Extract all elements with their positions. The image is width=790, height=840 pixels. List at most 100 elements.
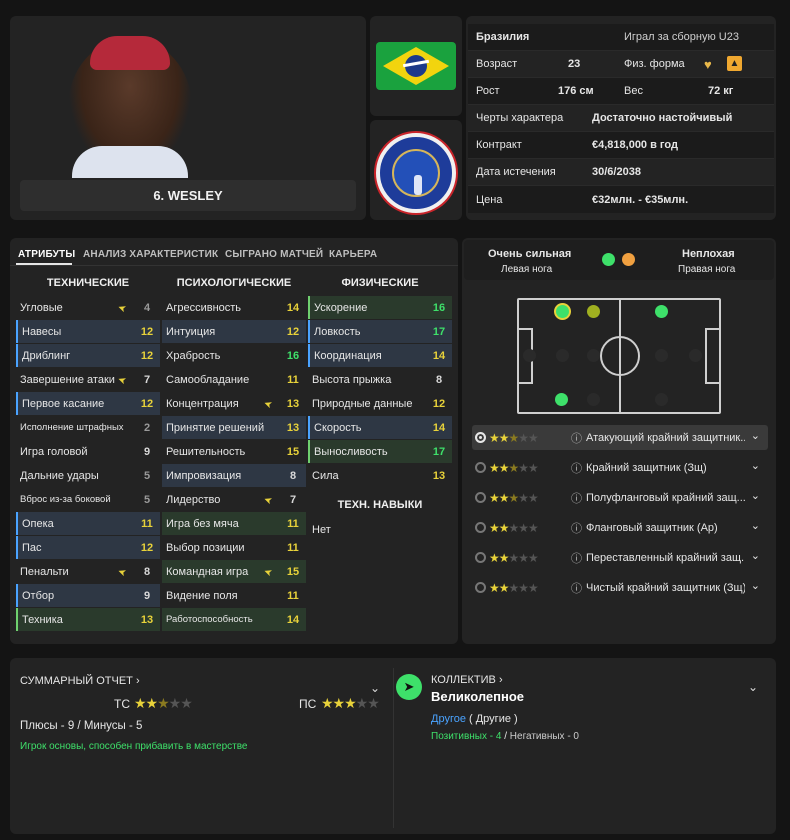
tab-career[interactable]: КАРЬЕРА	[329, 249, 377, 260]
role-row[interactable]: ★★★★★ ⓘ Фланговый защитник (Ар) ⌄	[472, 515, 768, 540]
radio-button[interactable]	[475, 462, 486, 473]
height-label: Рост	[476, 85, 500, 97]
tab-attributes[interactable]: АТРИБУТЫ	[18, 249, 75, 260]
radio-button[interactable]	[475, 582, 486, 593]
position-dot[interactable]	[555, 393, 568, 406]
attribute-row[interactable]: Техника 13	[16, 608, 160, 631]
attribute-row[interactable]: Угловые ➤ 4	[16, 296, 160, 319]
radio-button[interactable]	[475, 552, 486, 563]
attribute-value: 15	[286, 445, 300, 458]
nation[interactable]: Бразилия	[476, 31, 529, 43]
attribute-row[interactable]: Концентрация ➤ 13	[162, 392, 306, 415]
position-dot[interactable]	[587, 349, 600, 362]
chevron-down-icon[interactable]: ⌄	[751, 489, 760, 502]
tab-analysis[interactable]: АНАЛИЗ ХАРАКТЕРИСТИК	[83, 249, 218, 260]
attribute-value: 17	[432, 445, 446, 458]
tab-matches[interactable]: СЫГРАНО МАТЧЕЙ	[225, 249, 323, 260]
position-dot[interactable]	[689, 349, 702, 362]
attribute-row[interactable]: Видение поля 11	[162, 584, 306, 607]
info-icon[interactable]: ⓘ	[571, 550, 582, 566]
position-dot[interactable]	[556, 349, 569, 362]
attribute-row[interactable]: Дальние удары 5	[16, 464, 160, 487]
position-dot[interactable]	[587, 305, 600, 318]
team-title[interactable]: КОЛЛЕКТИВ ›	[431, 674, 503, 686]
radio-button[interactable]	[475, 492, 486, 503]
attribute-row[interactable]: Агрессивность 14	[162, 296, 306, 319]
report-title[interactable]: СУММАРНЫЙ ОТЧЕТ ›	[20, 675, 140, 687]
radio-button[interactable]	[475, 522, 486, 533]
position-dot[interactable]	[523, 349, 536, 362]
position-dot[interactable]	[556, 305, 569, 318]
attribute-row[interactable]: Лидерство ➤ 7	[162, 488, 306, 511]
team-group-link[interactable]: Другое	[431, 713, 466, 725]
team-group: Другое ( Другие )	[431, 713, 518, 725]
attribute-row[interactable]: Принятие решений 13	[162, 416, 306, 439]
attribute-row[interactable]: Высота прыжка 8	[308, 368, 452, 391]
club-crest-icon[interactable]	[376, 133, 456, 213]
info-icon[interactable]: ⓘ	[571, 580, 582, 596]
chevron-up-icon[interactable]: ▲	[727, 56, 742, 71]
chevron-down-icon[interactable]: ⌄	[751, 519, 760, 532]
player-name: 6. WESLEY	[153, 188, 223, 203]
arrow-icon: ➤	[116, 300, 129, 314]
attribute-name: Ускорение	[314, 301, 368, 314]
report-summary: Игрок основы, способен прибавить в масте…	[20, 741, 248, 752]
report-divider	[393, 668, 394, 828]
attribute-row[interactable]: Ускорение 16	[308, 296, 452, 319]
info-icon[interactable]: ⓘ	[571, 520, 582, 536]
role-row[interactable]: ★★★★★ ⓘ Переставленный крайний защ... ⌄	[472, 545, 768, 570]
attribute-row[interactable]: Пенальти ➤ 8	[16, 560, 160, 583]
attribute-row[interactable]: Опека 11	[16, 512, 160, 535]
info-icon[interactable]: ⓘ	[571, 430, 582, 446]
attribute-name: Лидерство	[166, 493, 221, 506]
attribute-row[interactable]: Импровизация 8	[162, 464, 306, 487]
info-row-value: Цена €32млн. - €35млн.	[468, 186, 774, 213]
attribute-row[interactable]: Природные данные 12	[308, 392, 452, 415]
info-icon[interactable]: ⓘ	[571, 460, 582, 476]
attribute-row[interactable]: Отбор 9	[16, 584, 160, 607]
report-chevron-down-icon[interactable]: ⌄	[370, 681, 380, 695]
attribute-row[interactable]: Ловкость 17	[308, 320, 452, 343]
attribute-row[interactable]: Выбор позиции 11	[162, 536, 306, 559]
attribute-row[interactable]: Скорость 14	[308, 416, 452, 439]
attribute-row[interactable]: Пас 12	[16, 536, 160, 559]
attribute-row[interactable]: Сила 13	[308, 464, 452, 487]
attribute-value: 16	[286, 349, 300, 362]
attribute-name: Агрессивность	[166, 301, 242, 314]
attribute-row[interactable]: Дриблинг 12	[16, 344, 160, 367]
brazil-flag[interactable]	[376, 42, 456, 90]
role-row[interactable]: ★★★★★ ⓘ Чистый крайний защитник (Зщ) ⌄	[472, 575, 768, 600]
chevron-down-icon[interactable]: ⌄	[751, 459, 760, 472]
position-dot[interactable]	[655, 393, 668, 406]
team-chevron-down-icon[interactable]: ⌄	[748, 680, 758, 694]
attribute-row[interactable]: Решительность 15	[162, 440, 306, 463]
attribute-row[interactable]: Навесы 12	[16, 320, 160, 343]
attribute-row[interactable]: Игра без мяча 11	[162, 512, 306, 535]
position-dot[interactable]	[655, 305, 668, 318]
attribute-row[interactable]: Вброс из-за боковой 5	[16, 488, 160, 511]
radio-button[interactable]	[475, 432, 486, 443]
chevron-down-icon[interactable]: ⌄	[751, 579, 760, 592]
attribute-row[interactable]: Первое касание 12	[16, 392, 160, 415]
attribute-row[interactable]: Координация 14	[308, 344, 452, 367]
role-row[interactable]: ★★★★★ ⓘ Крайний защитник (Зщ) ⌄	[472, 455, 768, 480]
attribute-value: 12	[140, 541, 154, 554]
attribute-row[interactable]: Храбрость 16	[162, 344, 306, 367]
attribute-row[interactable]: Интуиция 12	[162, 320, 306, 343]
attribute-row[interactable]: Командная игра ➤ 15	[162, 560, 306, 583]
attribute-row[interactable]: Завершение атаки ➤ 7	[16, 368, 160, 391]
position-dot[interactable]	[655, 349, 668, 362]
attribute-row[interactable]: Выносливость 17	[308, 440, 452, 463]
international-status: Играл за сборную U23	[624, 31, 739, 43]
attribute-name: Пас	[22, 541, 42, 554]
attribute-row[interactable]: Игра головой 9	[16, 440, 160, 463]
attribute-row[interactable]: Самообладание 11	[162, 368, 306, 391]
chevron-down-icon[interactable]: ⌄	[751, 429, 760, 442]
role-row[interactable]: ★★★★★ ⓘ Полуфланговый крайний защ... ⌄	[472, 485, 768, 510]
attribute-row[interactable]: Работоспособность 14	[162, 608, 306, 631]
role-row[interactable]: ★★★★★ ⓘ Атакующий крайний защитник... ⌄	[472, 425, 768, 450]
info-icon[interactable]: ⓘ	[571, 490, 582, 506]
attribute-row[interactable]: Исполнение штрафных 2	[16, 416, 160, 439]
position-dot[interactable]	[587, 393, 600, 406]
chevron-down-icon[interactable]: ⌄	[751, 549, 760, 562]
